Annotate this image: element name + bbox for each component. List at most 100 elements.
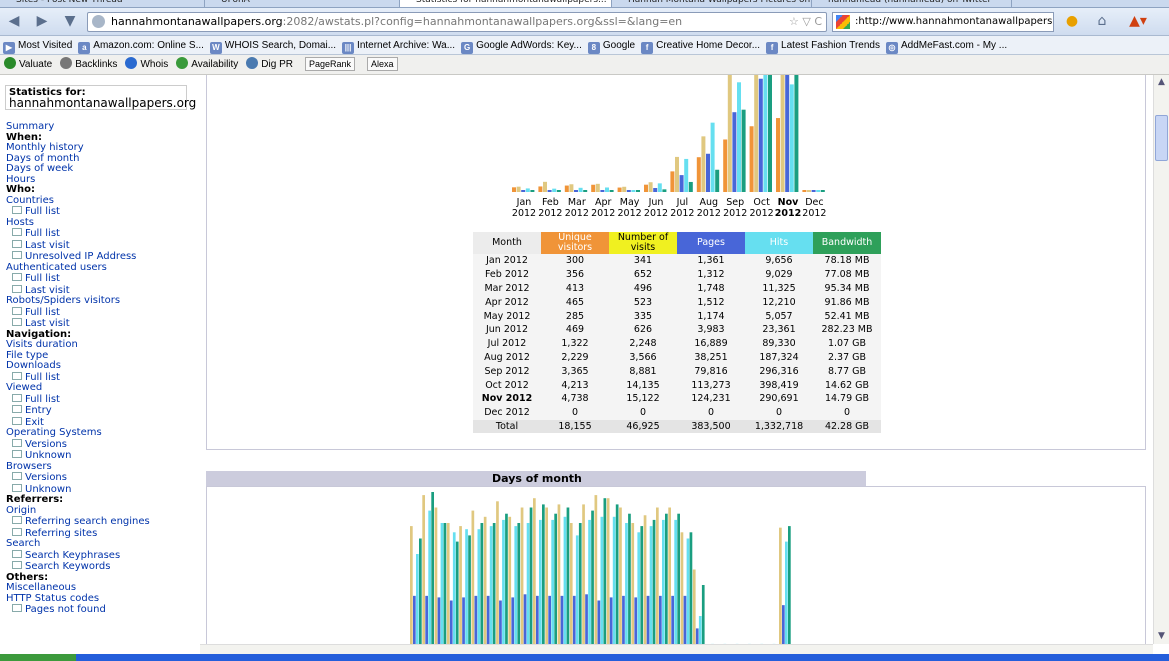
menu-link[interactable]: Full list	[0, 228, 200, 240]
seo-tool-backlinks[interactable]: Backlinks	[56, 55, 121, 74]
tab-2[interactable]: UFonA	[205, 0, 400, 7]
day-bar-hits	[686, 538, 690, 644]
menu-link[interactable]: Operating Systems	[0, 427, 200, 439]
menu-link[interactable]: Summary	[0, 121, 200, 133]
bookmarks-toolbar: ▶ Most Visited a Amazon.com: Online S... W WH…	[0, 36, 1169, 55]
seo-tool-whois[interactable]: Whois	[121, 55, 172, 74]
bookmark-item[interactable]: ▶ Most Visited	[0, 36, 75, 54]
menu-link[interactable]: Browsers	[0, 461, 200, 473]
horizontal-scrollbar[interactable]	[200, 644, 1153, 654]
cell-hits: 12,210	[745, 295, 813, 310]
day-bar-hits	[526, 523, 530, 644]
day-bar-bandwidth	[566, 507, 570, 644]
seo-tool-valuate[interactable]: Valuate	[0, 55, 56, 74]
cell-pages: 1,512	[677, 295, 745, 310]
menu-link[interactable]: Full list	[0, 206, 200, 218]
day-bar-bandwidth	[455, 541, 459, 644]
history-icon[interactable]: ▼	[60, 11, 80, 31]
menu-link[interactable]: Full list	[0, 394, 200, 406]
menu-link[interactable]: Full list	[0, 273, 200, 285]
bookmark-item[interactable]: 8 Google	[585, 36, 638, 54]
bookmark-item[interactable]: f Latest Fashion Trends	[763, 36, 883, 54]
bar-unique-visitors-jul	[670, 171, 675, 192]
day-bar-hits	[637, 532, 641, 644]
menu-link[interactable]: Last visit	[0, 240, 200, 252]
bookmark-item[interactable]: ◎ AddMeFast.com - My ...	[883, 36, 1010, 54]
day-bar-number-of-visits	[545, 507, 548, 644]
star-refresh-icon[interactable]: ☆ ▽ C	[789, 13, 822, 31]
bar-pages-aug	[706, 153, 710, 192]
vertical-scrollbar[interactable]: ▲ ▼	[1153, 75, 1169, 644]
bookmark-label: AddMeFast.com - My ...	[901, 40, 1008, 51]
bookmark-item[interactable]: f Creative Home Decor...	[638, 36, 763, 54]
menu-link[interactable]: HTTP Status codes	[0, 593, 200, 605]
menu-link[interactable]: Last visit	[0, 318, 200, 330]
bookmark-item[interactable]: ||| Internet Archive: Wa...	[339, 36, 458, 54]
cell-pages: 1,174	[677, 309, 745, 323]
bar-hits-apr	[605, 187, 609, 192]
day-bar-hits	[563, 516, 567, 644]
bar-pages-mar	[574, 190, 578, 192]
tab-1[interactable]: Sites - Post New Thread	[0, 0, 205, 7]
menu-link[interactable]: Full list	[0, 307, 200, 319]
menu-link[interactable]: Unresolved IP Address	[0, 251, 200, 263]
menu-link[interactable]: Search	[0, 538, 200, 550]
home-icon[interactable]: ⌂	[1092, 11, 1112, 31]
day-bar-pages	[523, 594, 527, 644]
menu-icon[interactable]: ▲▾	[1124, 11, 1152, 31]
menu-link[interactable]: Days of week	[0, 163, 200, 175]
seo-tool-dig-pr[interactable]: Dig PR	[242, 55, 297, 74]
menu-link[interactable]: Search Keywords	[0, 561, 200, 573]
day-bar-pages	[425, 595, 428, 644]
cell-pages: 38,251	[677, 350, 745, 365]
menu-link[interactable]: Versions	[0, 439, 200, 451]
menu-link[interactable]: Robots/Spiders visitors	[0, 295, 200, 307]
seo-tool-alexa[interactable]: Alexa	[359, 55, 402, 74]
menu-link[interactable]: Pages not found	[0, 604, 200, 616]
start-button[interactable]	[0, 654, 76, 661]
cell-hits: 290,691	[745, 391, 813, 406]
day-bar-number-of-visits	[434, 507, 438, 644]
menu-link[interactable]: Miscellaneous	[0, 582, 200, 594]
menu-link[interactable]: Authenticated users	[0, 262, 200, 274]
menu-link[interactable]: Unknown	[0, 450, 200, 462]
bar-hits-dec	[816, 190, 821, 192]
scroll-thumb[interactable]	[1155, 115, 1168, 161]
cell-month: Sep 2012	[473, 364, 541, 379]
bar-hits-jan	[525, 188, 530, 192]
menu-link[interactable]: Monthly history	[0, 142, 200, 154]
bookmark-item[interactable]: a Amazon.com: Online S...	[75, 36, 207, 54]
table-row: Sep 2012 3,365 8,881 79,816 296,316 8.77 GB	[473, 364, 881, 379]
tab-3[interactable]: Statistics for hannahmontanawallpapers..…	[400, 0, 612, 7]
forward-icon[interactable]: ▶	[32, 11, 52, 31]
menu-link[interactable]: Viewed	[0, 382, 200, 394]
menu-link[interactable]: Countries	[0, 195, 200, 207]
bar-bandwidth-gb--aug	[715, 169, 720, 192]
addon-icon[interactable]: ●	[1062, 11, 1082, 31]
day-bar-pages	[511, 597, 515, 644]
menu-link[interactable]: Visits duration	[0, 339, 200, 351]
menu-link[interactable]: Hosts	[0, 217, 200, 229]
address-bar[interactable]: hannahmontanawallpapers.org:2082/awstats…	[87, 12, 827, 32]
seo-tool-label: Alexa	[367, 57, 398, 71]
scroll-up-icon[interactable]: ▲	[1154, 75, 1169, 90]
total-row: Total 18,155 46,925 383,500 1,332,718 42.28 G…	[473, 419, 881, 434]
seo-tool-availability[interactable]: Availability	[172, 55, 242, 74]
bookmark-item[interactable]: W WHOIS Search, Domai...	[207, 36, 339, 54]
bookmark-item[interactable]: G Google AdWords: Key...	[458, 36, 585, 54]
back-icon[interactable]: ◀	[4, 11, 24, 31]
seo-tool-pagerank[interactable]: PageRank	[297, 55, 359, 74]
scroll-down-icon[interactable]: ▼	[1154, 629, 1169, 644]
menu-link[interactable]: Referring search engines	[0, 516, 200, 528]
search-box[interactable]: :http://www.hannahmontanawallpapers.org/	[832, 12, 1054, 32]
menu-link[interactable]: Versions	[0, 472, 200, 484]
menu-link[interactable]: Origin	[0, 505, 200, 517]
day-bar-hits	[612, 516, 616, 644]
tab-4[interactable]: Hannah Montana Wallpapers Pictures on...	[612, 0, 812, 7]
menu-link[interactable]: Search Keyphrases	[0, 550, 200, 562]
menu-link[interactable]: Downloads	[0, 360, 200, 372]
menu-link[interactable]: Entry	[0, 405, 200, 417]
awstats-menu: Statistics for: hannahmontanawallpapers.…	[0, 75, 200, 616]
column-header-visits: Number of visits	[609, 232, 677, 254]
tab-5[interactable]: hannahlead (hannahlead) on Twitter	[812, 0, 1012, 7]
